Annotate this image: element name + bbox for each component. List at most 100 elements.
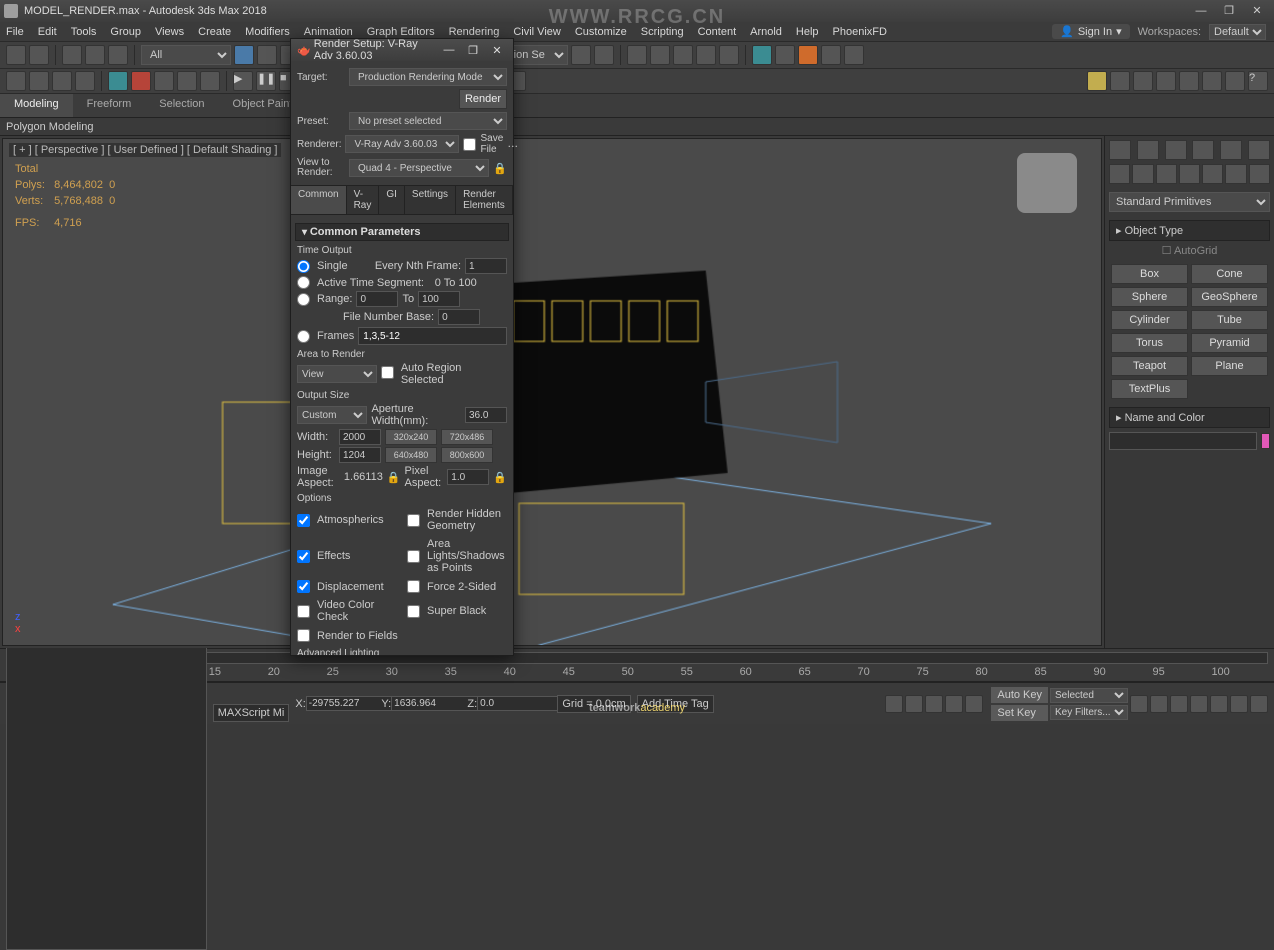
ribbon-tab-freeform[interactable]: Freeform: [73, 94, 146, 117]
display-panel-button[interactable]: [200, 71, 220, 91]
menu-animation[interactable]: Animation: [304, 26, 353, 38]
auto-region-check[interactable]: [381, 366, 394, 379]
utilities-tab[interactable]: [1248, 140, 1270, 160]
prim-textplus[interactable]: TextPlus: [1111, 379, 1188, 399]
width-input[interactable]: [339, 429, 381, 445]
help-icon[interactable]: ?: [1248, 71, 1268, 91]
ribbon-tab-selection[interactable]: Selection: [145, 94, 218, 117]
save-file-check[interactable]: [463, 138, 476, 151]
spacewarps-cat[interactable]: [1225, 164, 1246, 184]
hierarchy-tab[interactable]: [1165, 140, 1187, 160]
key-mode-select[interactable]: Selected: [1050, 688, 1128, 703]
prim-tube[interactable]: Tube: [1191, 310, 1268, 330]
key-filters[interactable]: Key Filters...: [1050, 705, 1128, 720]
tab-gi[interactable]: GI: [379, 186, 405, 214]
dialog-minimize[interactable]: —: [439, 44, 459, 57]
prim-box[interactable]: Box: [1111, 264, 1188, 284]
tab-vray[interactable]: V-Ray: [347, 186, 380, 214]
displacement-check[interactable]: [297, 580, 310, 593]
common-parameters-rollout[interactable]: ▾ Common Parameters: [295, 223, 509, 241]
range-from-input[interactable]: [356, 291, 398, 307]
spinner-snap-button[interactable]: [75, 71, 95, 91]
modify-tab[interactable]: [1137, 140, 1159, 160]
preset-720x486[interactable]: 720x486: [441, 429, 493, 445]
goto-start[interactable]: [885, 695, 903, 713]
render-iterative-button[interactable]: [821, 45, 841, 65]
zoom-button[interactable]: [1130, 695, 1148, 713]
toggle-ribbon-button[interactable]: [650, 45, 670, 65]
goto-end[interactable]: [965, 695, 983, 713]
preset-320x240[interactable]: 320x240: [385, 429, 437, 445]
cloud-icon[interactable]: [1133, 71, 1153, 91]
shapes-cat[interactable]: [1132, 164, 1153, 184]
ribbon-tab-modeling[interactable]: Modeling: [0, 94, 73, 117]
window-restore[interactable]: ❐: [1216, 2, 1242, 20]
menu-edit[interactable]: Edit: [38, 26, 57, 38]
output-size-select[interactable]: Custom: [297, 406, 367, 424]
object-type-rollout[interactable]: ▸ Object Type: [1109, 220, 1270, 241]
render-button[interactable]: [798, 45, 818, 65]
file-base-input[interactable]: [438, 309, 480, 325]
menu-modifiers[interactable]: Modifiers: [245, 26, 290, 38]
display-tab[interactable]: [1220, 140, 1242, 160]
batch-button[interactable]: [844, 45, 864, 65]
active-segment-radio[interactable]: [297, 276, 310, 289]
effects-check[interactable]: [297, 550, 310, 563]
set-key-button[interactable]: Set Key: [991, 705, 1048, 721]
link-button[interactable]: [62, 45, 82, 65]
pause-button[interactable]: ❚❚: [256, 71, 276, 91]
motion-tab[interactable]: [1192, 140, 1214, 160]
material-editor-button[interactable]: [719, 45, 739, 65]
object-name-input[interactable]: [1109, 432, 1257, 450]
globe-icon[interactable]: [1202, 71, 1222, 91]
aperture-input[interactable]: [465, 407, 507, 423]
menu-create[interactable]: Create: [198, 26, 231, 38]
orbit-button[interactable]: [1230, 695, 1248, 713]
prim-geosphere[interactable]: GeoSphere: [1191, 287, 1268, 307]
angle-snap-button[interactable]: [29, 71, 49, 91]
zoom-all-button[interactable]: [1150, 695, 1168, 713]
preset-640x480[interactable]: 640x480: [385, 447, 437, 463]
selection-filter[interactable]: All: [141, 45, 231, 65]
height-input[interactable]: [339, 447, 381, 463]
cameras-cat[interactable]: [1179, 164, 1200, 184]
percent-snap-button[interactable]: [52, 71, 72, 91]
area-lights-check[interactable]: [407, 550, 420, 563]
prev-frame[interactable]: [905, 695, 923, 713]
menu-graph-editors[interactable]: Graph Editors: [367, 26, 435, 38]
autogrid-checkbox[interactable]: ☐ AutoGrid: [1109, 244, 1270, 257]
viewport-label[interactable]: [ + ] [ Perspective ] [ User Defined ] […: [9, 143, 281, 157]
prim-pyramid[interactable]: Pyramid: [1191, 333, 1268, 353]
window-close[interactable]: ✕: [1244, 2, 1270, 20]
target-select[interactable]: Production Rendering Mode: [349, 68, 507, 86]
settings-icon[interactable]: [1225, 71, 1245, 91]
play-button[interactable]: ▶: [233, 71, 253, 91]
render-setup-button[interactable]: [752, 45, 772, 65]
render-to-fields-check[interactable]: [297, 629, 310, 642]
create-tab[interactable]: [1109, 140, 1131, 160]
viewport-perspective[interactable]: [ + ] [ Perspective ] [ User Defined ] […: [2, 138, 1102, 646]
prim-teapot[interactable]: Teapot: [1111, 356, 1188, 376]
range-radio[interactable]: [297, 293, 310, 306]
sky-icon[interactable]: [1110, 71, 1130, 91]
view-to-render-select[interactable]: Quad 4 - Perspective: [349, 159, 489, 177]
hierarchy-panel-button[interactable]: [154, 71, 174, 91]
next-frame[interactable]: [945, 695, 963, 713]
lights-cat[interactable]: [1156, 164, 1177, 184]
single-radio[interactable]: [297, 260, 310, 273]
play-anim[interactable]: [925, 695, 943, 713]
every-nth-input[interactable]: [465, 258, 507, 274]
pan-button[interactable]: [1210, 695, 1228, 713]
dialog-restore[interactable]: ❐: [463, 44, 483, 57]
tab-common[interactable]: Common: [291, 186, 347, 214]
frames-input[interactable]: [358, 327, 507, 345]
save-file-more[interactable]: …: [507, 138, 518, 150]
preset-select[interactable]: No preset selected: [349, 112, 507, 130]
render-frame-button[interactable]: [775, 45, 795, 65]
curve-editor-button[interactable]: [673, 45, 693, 65]
motion-panel-button[interactable]: [177, 71, 197, 91]
prim-cone[interactable]: Cone: [1191, 264, 1268, 284]
prim-cylinder[interactable]: Cylinder: [1111, 310, 1188, 330]
prim-plane[interactable]: Plane: [1191, 356, 1268, 376]
pixel-aspect-input[interactable]: [447, 469, 489, 485]
